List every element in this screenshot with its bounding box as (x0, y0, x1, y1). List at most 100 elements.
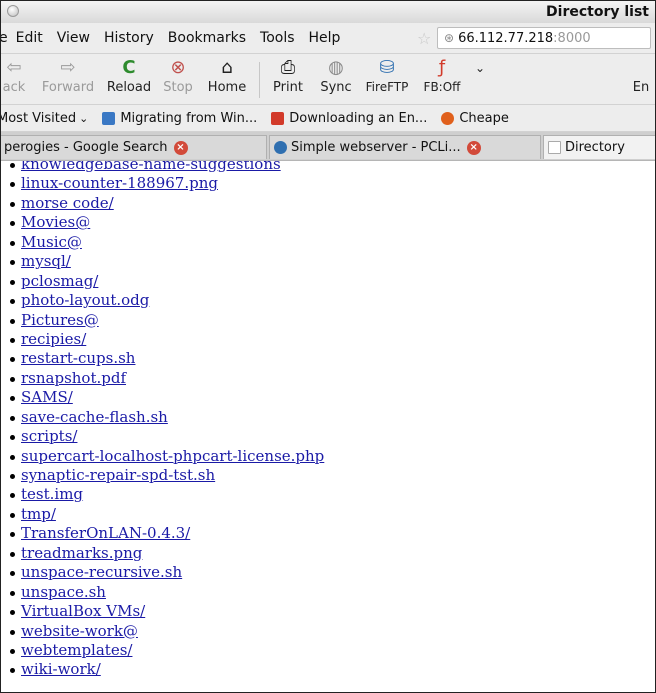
flashblock-button[interactable]: ƒ FB:Off (415, 56, 469, 102)
extra-toolbar-button[interactable]: En (621, 56, 655, 102)
bookmark-most-visited[interactable]: Most Visited ⌄ (1, 111, 89, 126)
file-link[interactable]: webtemplates/ (21, 641, 132, 659)
list-item: SAMS/ (1, 388, 324, 407)
menu-history[interactable]: History (104, 30, 154, 46)
printer-icon: ⎙ (280, 57, 296, 78)
close-icon[interactable]: × (173, 140, 188, 155)
menu-edit[interactable]: Edit (16, 30, 43, 46)
file-link[interactable]: website-work@ (21, 622, 138, 640)
file-link[interactable]: pclosmag/ (21, 272, 98, 290)
flash-icon: ƒ (438, 57, 446, 78)
menu-help[interactable]: Help (309, 30, 341, 46)
file-link[interactable]: knowledgebase-name-suggestions (21, 161, 281, 173)
list-item: wiki-work/ (1, 660, 324, 679)
bookmark-star-icon[interactable]: ☆ (417, 29, 431, 48)
list-item: linux-counter-188967.png (1, 174, 324, 193)
reload-button[interactable]: C Reload (101, 56, 157, 102)
file-link[interactable]: photo-layout.odg (21, 291, 149, 309)
list-item: VirtualBox VMs/ (1, 602, 324, 621)
browser-window: Directory list e Edit View History Bookm… (0, 0, 656, 693)
file-link[interactable]: rsnapshot.pdf (21, 369, 126, 387)
file-link[interactable]: treadmarks.png (21, 544, 142, 562)
page-icon (548, 141, 561, 154)
list-item: mysql/ (1, 252, 324, 271)
menu-view[interactable]: View (57, 30, 90, 46)
stop-button[interactable]: ⊗ Stop (157, 56, 199, 102)
bookmark-item[interactable]: Migrating from Win... (102, 111, 257, 126)
file-link[interactable]: recipies/ (21, 330, 86, 348)
list-item: restart-cups.sh (1, 349, 324, 368)
list-item: tmp/ (1, 505, 324, 524)
file-link[interactable]: Movies@ (21, 213, 90, 231)
tab-directory-listing[interactable]: Directory (543, 135, 655, 159)
menu-file[interactable]: e (1, 30, 8, 46)
globe-icon (274, 141, 287, 154)
list-item: unspace-recursive.sh (1, 563, 324, 582)
fireftp-button[interactable]: ⛁ FireFTP (361, 56, 413, 102)
file-link[interactable]: supercart-localhost-phpcart-license.php (21, 447, 324, 465)
address-bar[interactable]: ⊛ 66.112.77.218 :8000 (437, 27, 651, 49)
file-link[interactable]: unspace-recursive.sh (21, 563, 182, 581)
tab-simple-webserver[interactable]: Simple webserver - PCLi... × (269, 135, 541, 159)
tab-bar: perogies - Google Search × Simple webser… (1, 132, 655, 161)
forward-arrow-icon: ⇨ (60, 57, 76, 78)
list-item: knowledgebase-name-suggestions (1, 161, 324, 174)
address-port: :8000 (553, 30, 591, 46)
page-icon (102, 111, 116, 125)
chevron-down-icon: ⌄ (79, 111, 89, 125)
close-icon[interactable]: × (466, 140, 481, 155)
tab-google-search[interactable]: perogies - Google Search × (1, 135, 267, 159)
file-link[interactable]: VirtualBox VMs/ (21, 602, 145, 620)
file-link[interactable]: test.img (21, 485, 83, 503)
home-button[interactable]: ⌂ Home (201, 56, 253, 102)
list-item: recipies/ (1, 330, 324, 349)
list-item: pclosmag/ (1, 272, 324, 291)
list-item: treadmarks.png (1, 544, 324, 563)
site-identity-icon[interactable]: ⊛ (444, 31, 454, 45)
file-link[interactable]: wiki-work/ (21, 660, 101, 678)
file-link[interactable]: Music@ (21, 233, 82, 251)
sync-icon: ◍ (328, 57, 344, 78)
fireftp-icon: ⛁ (379, 57, 395, 78)
list-item: rsnapshot.pdf (1, 369, 324, 388)
file-link[interactable]: morse code/ (21, 194, 114, 212)
list-item: TransferOnLAN-0.4.3/ (1, 524, 324, 543)
file-link[interactable]: restart-cups.sh (21, 349, 135, 367)
list-item: synaptic-repair-spd-tst.sh (1, 466, 324, 485)
sync-button[interactable]: ◍ Sync (315, 56, 357, 102)
print-button[interactable]: ⎙ Print (265, 56, 311, 102)
stop-icon: ⊗ (170, 57, 186, 78)
list-item: morse code/ (1, 194, 324, 213)
list-item: test.img (1, 485, 324, 504)
bookmark-item[interactable]: Cheape (441, 111, 509, 126)
file-link[interactable]: mysql/ (21, 252, 71, 270)
forward-button[interactable]: ⇨ Forward (37, 56, 99, 102)
menu-tools[interactable]: Tools (260, 30, 295, 46)
file-link[interactable]: Pictures@ (21, 311, 99, 329)
page-content: knowledgebase-name-suggestions linux-coun… (1, 161, 655, 692)
file-link[interactable]: unspace.sh (21, 583, 106, 601)
reload-icon: C (122, 57, 136, 78)
page-icon (271, 111, 285, 125)
back-button[interactable]: ⇦ ack (1, 56, 31, 102)
back-arrow-icon: ⇦ (6, 57, 22, 78)
title-bar: Directory list (1, 1, 655, 24)
file-link[interactable]: linux-counter-188967.png (21, 174, 218, 192)
flashblock-dropdown[interactable]: ⌄ (471, 56, 489, 102)
bookmarks-toolbar: Most Visited ⌄ Migrating from Win... Dow… (1, 105, 655, 132)
menu-bookmarks[interactable]: Bookmarks (168, 30, 246, 46)
file-link[interactable]: tmp/ (21, 505, 56, 523)
bookmark-item[interactable]: Downloading an En... (271, 111, 427, 126)
file-link[interactable]: scripts/ (21, 427, 77, 445)
file-link[interactable]: SAMS/ (21, 388, 73, 406)
toolbar-separator (259, 62, 260, 98)
file-link[interactable]: synaptic-repair-spd-tst.sh (21, 466, 215, 484)
file-link[interactable]: TransferOnLAN-0.4.3/ (21, 524, 190, 542)
list-item: save-cache-flash.sh (1, 408, 324, 427)
address-host: 66.112.77.218 (458, 30, 554, 46)
file-link[interactable]: save-cache-flash.sh (21, 408, 168, 426)
directory-list: knowledgebase-name-suggestions linux-coun… (1, 161, 324, 680)
list-item: photo-layout.odg (1, 291, 324, 310)
chevron-down-icon: ⌄ (474, 61, 486, 75)
window-menu-icon[interactable] (7, 5, 19, 17)
